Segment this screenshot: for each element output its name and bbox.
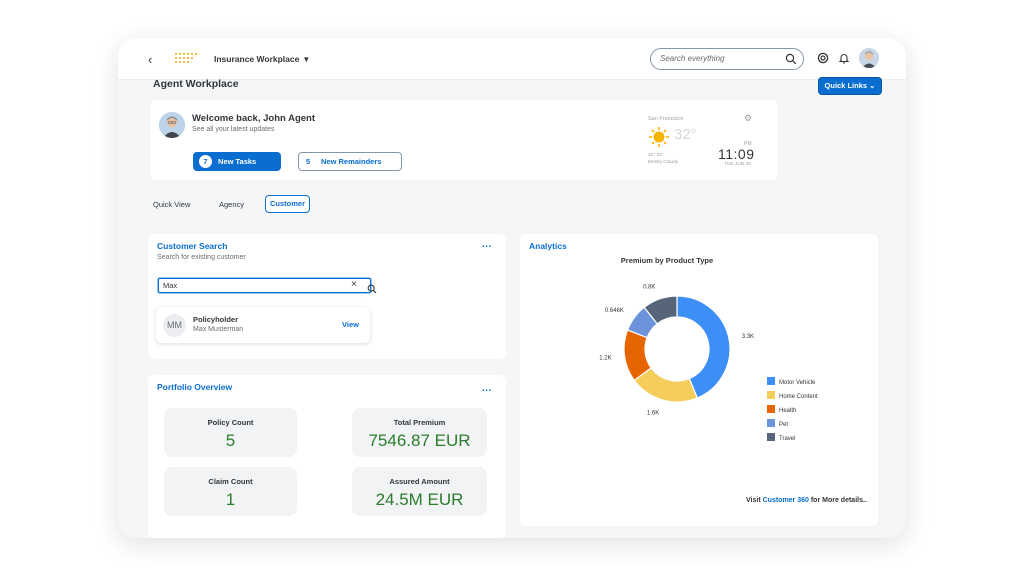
legend-swatch-motor-vehicle [767,377,775,385]
app-window: ‹ Insurance Workplace ▼ Search everything [118,38,906,538]
app-title: Insurance Workplace [214,54,300,64]
weather-temperature: 32° [674,126,697,143]
customer-search-input[interactable]: Max × [158,278,377,294]
agent-avatar [159,112,185,138]
data-label-motor-vehicle: 3.3K [742,334,754,340]
tile-label: Policy Count [207,418,254,427]
legend-swatch-health [767,405,775,413]
weather-widget: San Francisco ⚙ 32° 32° 22° Mostly Cloud… [648,110,768,172]
clear-icon[interactable]: × [351,279,357,290]
legend-label-home-content[interactable]: Home Content [779,394,818,400]
more-options-icon[interactable]: ... [482,239,492,250]
tile-label: Claim Count [208,477,253,486]
customer-360-footer: Visit Customer 360 for More details.. [746,497,867,504]
legend-label-motor-vehicle[interactable]: Motor Vehicle [779,380,816,386]
legend-swatch-pet [767,419,775,427]
notification-bell-icon[interactable] [838,51,850,69]
caret-down-icon: ▼ [302,55,311,64]
welcome-card: Welcome back, John Agent See all your la… [150,100,778,180]
tab-agency[interactable]: Agency [219,200,244,209]
tile-value: 24.5M EUR [375,490,464,509]
assured-amount-tile[interactable]: Assured Amount 24.5M EUR [352,467,487,516]
footer-prefix: Visit [746,497,763,504]
reminders-label: New Remainders [321,157,382,166]
tasks-label: New Tasks [218,157,257,166]
reminders-count: 5 [306,157,311,166]
view-customer-link[interactable]: View [342,320,359,329]
footer-suffix: for More details.. [808,497,867,504]
tile-label: Total Premium [393,418,446,427]
new-tasks-button[interactable]: 7 New Tasks [193,152,281,171]
page-title: Agent Workplace [153,78,239,90]
back-icon[interactable]: ‹ [148,52,152,67]
customer-initials-avatar: MM [163,314,186,337]
data-label-health: 1.2K [599,356,611,362]
search-icon[interactable] [367,281,377,299]
welcome-subtitle: See all your latest updates [192,126,275,133]
global-search-input[interactable]: Search everything [650,48,804,70]
clock-date: TUE JUN 10 [724,162,751,167]
legend-swatch-travel [767,433,775,441]
tasks-count-badge: 7 [199,155,212,168]
customer-search-subtitle: Search for existing customer [157,254,246,261]
legend-swatch-home-content [767,391,775,399]
search-placeholder: Search everything [660,54,725,63]
legend-label-travel[interactable]: Travel [779,436,795,442]
new-reminders-button[interactable]: 5 New Remainders [298,152,402,171]
copilot-icon[interactable] [817,51,829,69]
search-icon[interactable] [785,52,797,70]
customer-search-title: Customer Search [157,241,228,251]
tile-value: 7546.87 EUR [368,431,471,450]
customer-360-link[interactable]: Customer 360 [763,497,809,504]
settings-gear-icon[interactable]: ⚙ [744,113,752,124]
clock-time: 11:09 [718,146,755,162]
customer-search-value: Max [163,281,178,290]
claim-count-tile[interactable]: Claim Count 1 [164,467,297,516]
data-label-travel: 0.8K [643,285,655,291]
weather-city: San Francisco [648,116,684,122]
data-label-pet: 0.646K [605,308,624,314]
premium-donut-chart: 3.3K 1.6K 1.2K 0.646K 0.8K Motor Vehicle Home … [599,285,818,442]
portfolio-overview-card: Portfolio Overview ... Policy Count 5 To… [148,375,506,538]
user-avatar[interactable] [859,48,879,68]
app-title-menu[interactable]: Insurance Workplace ▼ [214,54,310,64]
legend-label-health[interactable]: Health [779,408,796,414]
customer-result-item[interactable]: MM Policyholder Max Musterman View [156,307,370,343]
tile-value: 5 [225,431,236,450]
tile-value: 1 [225,490,236,509]
quick-links-button[interactable]: Quick Links ⌄ [818,77,882,95]
analytics-card: Analytics Premium by Product Type 3.3K 1.… [520,234,878,526]
customer-result-name: Max Musterman [193,326,244,333]
shell-bar: ‹ Insurance Workplace ▼ Search everything [118,38,906,80]
tab-quick-view[interactable]: Quick View [153,200,190,209]
sun-icon [648,126,670,153]
tab-customer[interactable]: Customer [265,195,310,213]
more-options-icon[interactable]: ... [482,383,492,394]
data-label-home-content: 1.6K [647,411,659,417]
welcome-title: Welcome back, John Agent [192,113,315,124]
portfolio-title: Portfolio Overview [157,382,233,392]
customer-result-title: Policyholder [193,315,239,324]
weather-hi-lo: 32° 22° [648,153,664,158]
tile-label: Assured Amount [389,477,450,486]
policy-count-tile[interactable]: Policy Count 5 [164,408,297,457]
customer-search-card: Customer Search Search for existing cust… [148,234,506,359]
legend-label-pet[interactable]: Pet [779,422,788,428]
weather-condition: Mostly Cloudy [648,160,679,165]
sap-logo[interactable] [174,52,200,64]
total-premium-tile[interactable]: Total Premium 7546.87 EUR [352,408,487,457]
